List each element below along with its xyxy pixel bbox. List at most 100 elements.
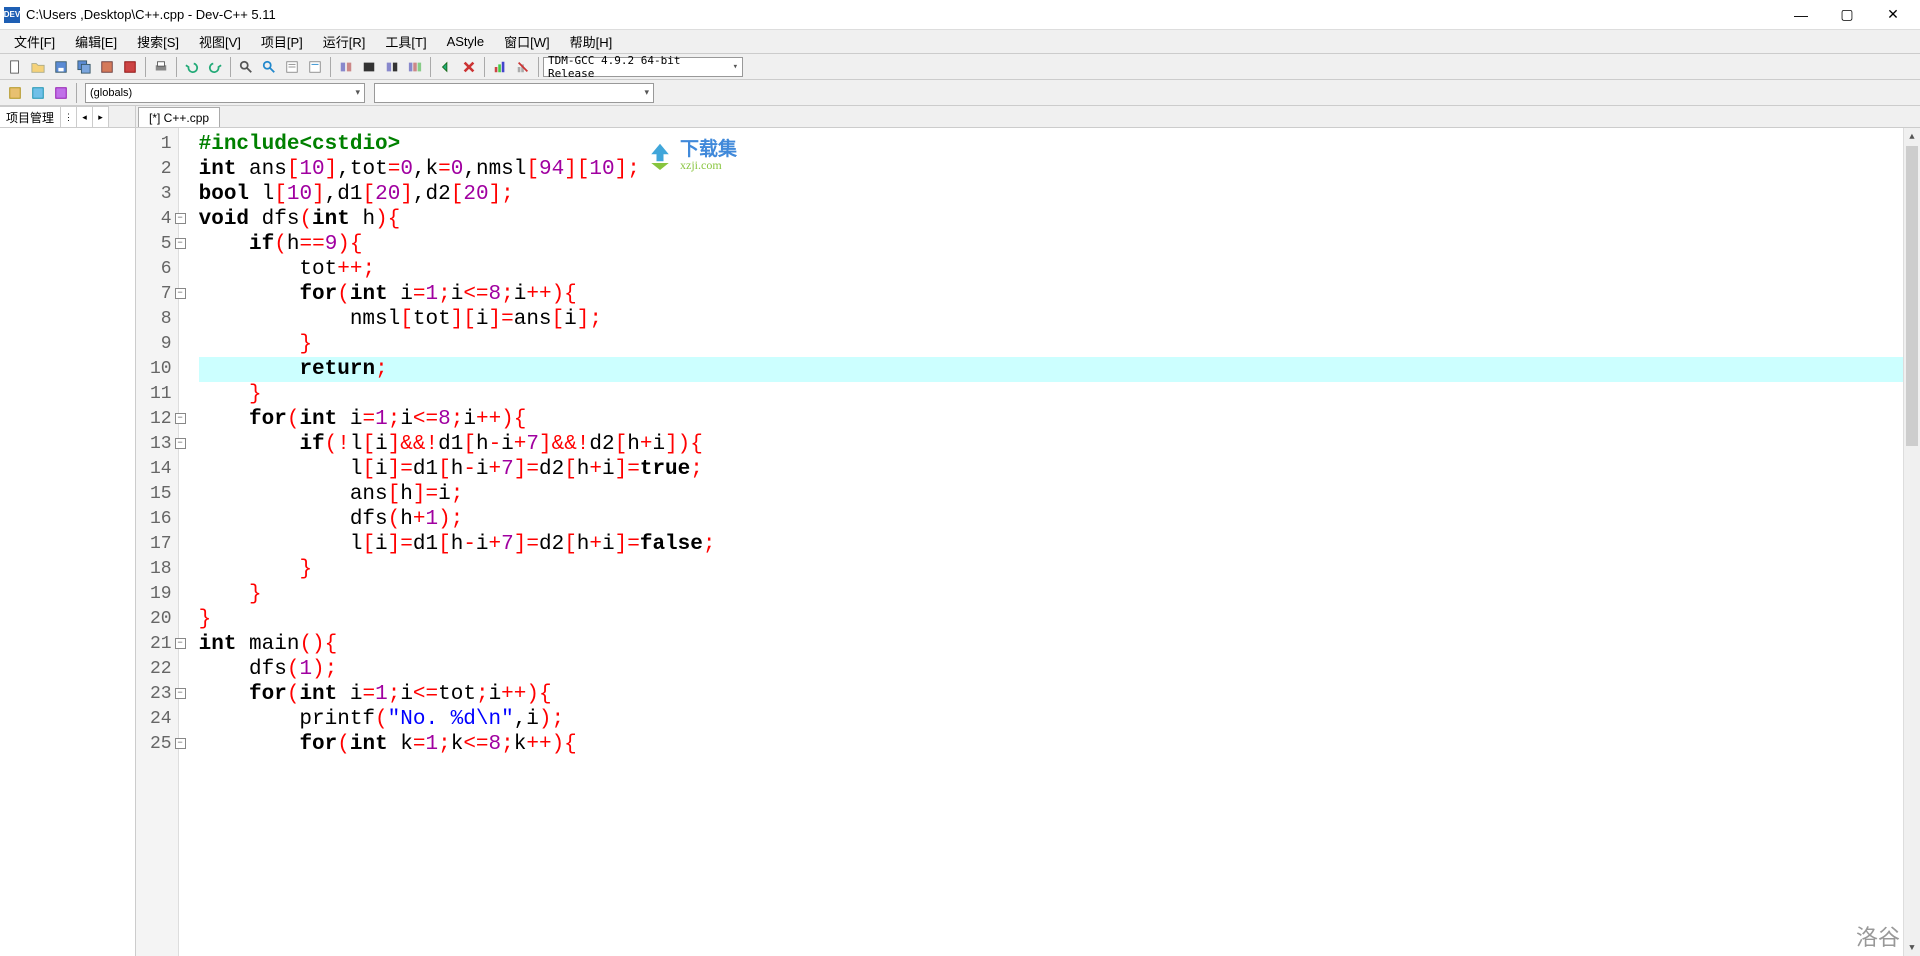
menu-item-1[interactable]: 编辑[E]	[65, 29, 127, 54]
menu-item-6[interactable]: 工具[T]	[375, 29, 436, 54]
code-line[interactable]: }	[199, 607, 1903, 632]
line-number: 12−	[150, 407, 172, 432]
line-number: 14	[150, 457, 172, 482]
compile-button[interactable]	[335, 56, 357, 78]
code-line[interactable]: int ans[10],tot=0,k=0,nmsl[94][10];	[199, 157, 1903, 182]
fold-toggle-icon[interactable]: −	[175, 438, 186, 449]
fold-toggle-icon[interactable]: −	[175, 288, 186, 299]
line-number: 24	[150, 707, 172, 732]
print-button[interactable]	[150, 56, 172, 78]
save-all-button[interactable]	[73, 56, 95, 78]
new-class-button[interactable]	[4, 82, 26, 104]
profile-button[interactable]	[489, 56, 511, 78]
new-file-button[interactable]	[4, 56, 26, 78]
fold-toggle-icon[interactable]: −	[175, 688, 186, 699]
sidebar-tabstrip: 项目管理 ⋮ ◂ ▸	[0, 106, 135, 128]
line-number: 4−	[150, 207, 172, 232]
menu-item-3[interactable]: 视图[V]	[189, 29, 251, 54]
replace-button[interactable]	[258, 56, 280, 78]
sidebar-tab-more[interactable]: ⋮	[61, 106, 77, 127]
close-file-button[interactable]	[119, 56, 141, 78]
code-line[interactable]: l[i]=d1[h-i+7]=d2[h+i]=false;	[199, 532, 1903, 557]
code-line[interactable]: }	[199, 557, 1903, 582]
menu-item-8[interactable]: 窗口[W]	[494, 29, 560, 54]
menu-item-4[interactable]: 项目[P]	[251, 29, 313, 54]
menu-item-5[interactable]: 运行[R]	[313, 29, 376, 54]
line-number: 13−	[150, 432, 172, 457]
code-line[interactable]: #include<cstdio>	[199, 132, 1903, 157]
stop-button[interactable]	[458, 56, 480, 78]
fold-toggle-icon[interactable]: −	[175, 638, 186, 649]
find-button[interactable]	[235, 56, 257, 78]
find-next-button[interactable]	[281, 56, 303, 78]
menu-item-2[interactable]: 搜索[S]	[127, 29, 189, 54]
redo-button[interactable]	[204, 56, 226, 78]
file-tab-active[interactable]: [*] C++.cpp	[138, 107, 220, 127]
line-number: 19	[150, 582, 172, 607]
code-line[interactable]: }	[199, 582, 1903, 607]
save-button[interactable]	[50, 56, 72, 78]
run-button[interactable]	[358, 56, 380, 78]
menu-item-0[interactable]: 文件[F]	[4, 29, 65, 54]
code-line[interactable]: for(int i=1;i<=8;i++){	[199, 282, 1903, 307]
scroll-up-icon[interactable]: ▲	[1904, 128, 1920, 145]
scroll-down-icon[interactable]: ▼	[1904, 939, 1920, 956]
fold-toggle-icon[interactable]: −	[175, 738, 186, 749]
code-line[interactable]: if(h==9){	[199, 232, 1903, 257]
rebuild-button[interactable]	[404, 56, 426, 78]
code-line[interactable]: }	[199, 332, 1903, 357]
project-tree[interactable]	[0, 128, 135, 956]
line-number: 3	[150, 182, 172, 207]
scrollbar-thumb[interactable]	[1906, 146, 1918, 446]
fold-toggle-icon[interactable]: −	[175, 213, 186, 224]
code-line[interactable]: l[i]=d1[h-i+7]=d2[h+i]=true;	[199, 457, 1903, 482]
sidebar-scroll-left[interactable]: ◂	[77, 106, 93, 127]
code-line[interactable]: tot++;	[199, 257, 1903, 282]
line-number: 22	[150, 657, 172, 682]
fold-toggle-icon[interactable]: −	[175, 238, 186, 249]
vertical-scrollbar[interactable]: ▲ ▼	[1903, 128, 1920, 956]
code-line[interactable]: if(!l[i]&&!d1[h-i+7]&&!d2[h+i]){	[199, 432, 1903, 457]
code-line[interactable]: printf("No. %d\n",i);	[199, 707, 1903, 732]
class-browser-button[interactable]	[27, 82, 49, 104]
sidebar-tab-project[interactable]: 项目管理	[0, 106, 61, 127]
close-button[interactable]: ✕	[1870, 1, 1916, 29]
code-line[interactable]: ans[h]=i;	[199, 482, 1903, 507]
globals-select[interactable]: (globals)	[85, 83, 365, 103]
compile-run-button[interactable]	[381, 56, 403, 78]
line-number: 6	[150, 257, 172, 282]
delete-profile-button[interactable]	[512, 56, 534, 78]
fold-toggle-icon[interactable]: −	[175, 413, 186, 424]
code-line[interactable]: bool l[10],d1[20],d2[20];	[199, 182, 1903, 207]
open-file-button[interactable]	[27, 56, 49, 78]
undo-button[interactable]	[181, 56, 203, 78]
debug-button[interactable]	[435, 56, 457, 78]
maximize-button[interactable]: ▢	[1824, 1, 1870, 29]
goto-class-button[interactable]	[50, 82, 72, 104]
code-line[interactable]: for(int k=1;k<=8;k++){	[199, 732, 1903, 757]
scope-select[interactable]	[374, 83, 654, 103]
code-area[interactable]: #include<cstdio>int ans[10],tot=0,k=0,nm…	[195, 128, 1903, 956]
sidebar-scroll-right[interactable]: ▸	[93, 106, 109, 127]
code-line[interactable]: dfs(h+1);	[199, 507, 1903, 532]
menu-item-9[interactable]: 帮助[H]	[560, 29, 623, 54]
window-title: C:\Users ,Desktop\C++.cpp - Dev-C++ 5.11	[26, 7, 1778, 22]
code-line[interactable]: return;	[199, 357, 1903, 382]
goto-line-button[interactable]	[304, 56, 326, 78]
code-line[interactable]: dfs(1);	[199, 657, 1903, 682]
line-number: 20	[150, 607, 172, 632]
line-number: 17	[150, 532, 172, 557]
code-line[interactable]: void dfs(int h){	[199, 207, 1903, 232]
app-icon: DEV	[4, 7, 20, 23]
toolbar-classes: (globals)	[0, 80, 1920, 106]
code-line[interactable]: }	[199, 382, 1903, 407]
code-line[interactable]: for(int i=1;i<=8;i++){	[199, 407, 1903, 432]
compiler-select[interactable]: TDM-GCC 4.9.2 64-bit Release	[543, 57, 743, 77]
minimize-button[interactable]: —	[1778, 1, 1824, 29]
save-as-button[interactable]	[96, 56, 118, 78]
code-line[interactable]: int main(){	[199, 632, 1903, 657]
code-line[interactable]: nmsl[tot][i]=ans[i];	[199, 307, 1903, 332]
menu-item-7[interactable]: AStyle	[437, 31, 495, 52]
code-line[interactable]: for(int i=1;i<=tot;i++){	[199, 682, 1903, 707]
code-editor[interactable]: 1234−5−67−89101112−13−1415161718192021−2…	[136, 128, 1920, 956]
